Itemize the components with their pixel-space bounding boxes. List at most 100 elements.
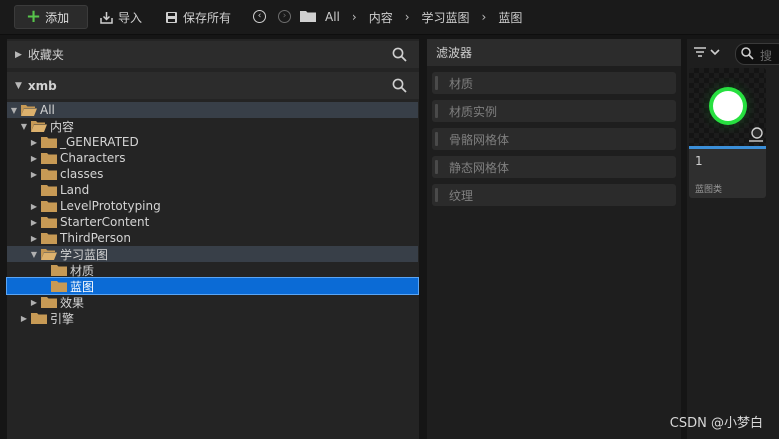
search-icon xyxy=(741,47,754,63)
save-all-label: 保存所有 xyxy=(183,10,232,25)
add-button-label: 添加 xyxy=(45,10,70,25)
plus-icon: + xyxy=(26,6,42,27)
tree-item[interactable]: ▶ Characters xyxy=(7,150,418,166)
tree-item-label: LevelPrototyping xyxy=(60,199,161,213)
collapse-arrow-icon[interactable]: ▼ xyxy=(15,81,22,91)
search-icon[interactable] xyxy=(392,78,407,93)
tree-item[interactable]: ▶ StarterContent xyxy=(7,214,418,230)
tree-item[interactable]: ▶ _GENERATED xyxy=(7,134,418,150)
tree-item-label: Land xyxy=(60,183,90,197)
project-section-header[interactable]: ▼ xmb xyxy=(7,72,419,99)
search-icon[interactable] xyxy=(392,47,407,62)
sources-panel: ▶ 收藏夹 ▼ xmb ▼ All ▼ 内容 ▶ _GENERATED ▶ Character… xyxy=(6,39,419,439)
expand-arrow-icon[interactable]: ▶ xyxy=(19,314,29,323)
folder-icon xyxy=(41,232,57,244)
tree-item-label: 蓝图 xyxy=(70,279,95,294)
asset-type-color-bar xyxy=(689,146,766,149)
tree-item-label: 引擎 xyxy=(50,311,75,326)
tree-item[interactable]: ▶ LevelPrototyping xyxy=(7,198,418,214)
tree-item-label: 材质 xyxy=(70,263,95,278)
folder-icon xyxy=(41,200,57,212)
tree-item-label: 效果 xyxy=(60,295,85,310)
chevron-right-icon[interactable]: › xyxy=(352,10,357,24)
add-button[interactable]: + 添加 xyxy=(14,5,88,29)
tree-item-label: 学习蓝图 xyxy=(60,247,109,262)
folder-icon xyxy=(51,264,67,276)
tree-item-label: classes xyxy=(60,167,104,181)
save-icon xyxy=(165,11,178,24)
breadcrumb-learning[interactable]: 学习蓝图 xyxy=(422,9,470,26)
filter-item-static-mesh[interactable]: 静态网格体 xyxy=(432,156,676,178)
collapse-arrow-icon[interactable]: ▼ xyxy=(19,122,29,131)
import-button[interactable]: 导入 xyxy=(100,7,142,27)
filter-item-skeletal-mesh[interactable]: 骨骼网格体 xyxy=(432,128,676,150)
tree-item-label: Characters xyxy=(60,151,126,165)
filter-item-label: 纹理 xyxy=(449,188,474,203)
tree-item[interactable]: ▼ 内容 xyxy=(7,118,418,134)
filter-item-label: 静态网格体 xyxy=(449,160,510,175)
tree-item[interactable]: ▶ classes xyxy=(7,166,418,182)
folder-icon xyxy=(51,280,67,292)
chevron-right-icon[interactable]: › xyxy=(482,10,487,24)
folder-open-icon xyxy=(21,104,37,116)
folder-icon xyxy=(300,10,316,22)
expand-arrow-icon[interactable]: ▶ xyxy=(29,138,39,147)
expand-arrow-icon[interactable]: ▶ xyxy=(29,154,39,163)
breadcrumb: All › 内容 › 学习蓝图 › 蓝图 xyxy=(325,7,522,27)
folder-icon xyxy=(41,168,57,180)
filter-checkbox[interactable] xyxy=(435,160,438,174)
favorites-section-header[interactable]: ▶ 收藏夹 xyxy=(7,41,419,68)
tree-item[interactable]: ▼ 学习蓝图 xyxy=(7,246,418,262)
breadcrumb-content[interactable]: 内容 xyxy=(369,9,393,26)
asset-tile[interactable]: 1 蓝图类 xyxy=(689,68,766,198)
filter-item-material-instance[interactable]: 材质实例 xyxy=(432,100,676,122)
filter-panel: 滤波器 材质 材质实例 骨骼网格体 静态网格体 纹理 xyxy=(427,39,681,439)
search-placeholder: 搜 xyxy=(760,49,773,63)
filter-checkbox[interactable] xyxy=(435,188,438,202)
tree-item[interactable]: ▶ 效果 xyxy=(7,294,418,310)
tree-item[interactable]: ▶ 引擎 xyxy=(7,310,418,326)
filter-checkbox[interactable] xyxy=(435,104,438,118)
asset-search-input[interactable]: 搜 xyxy=(735,43,779,65)
tree-item[interactable]: 蓝图 xyxy=(6,277,419,295)
expand-arrow-icon[interactable]: ▶ xyxy=(29,170,39,179)
filter-item-label: 骨骼网格体 xyxy=(449,132,510,147)
filter-item-label: 材质 xyxy=(449,76,474,91)
asset-type-label: 蓝图类 xyxy=(695,185,723,195)
collapse-arrow-icon[interactable]: ▼ xyxy=(29,250,39,259)
favorites-label: 收藏夹 xyxy=(27,48,64,62)
filter-dropdown-button[interactable] xyxy=(693,46,723,60)
expand-arrow-icon[interactable]: ▶ xyxy=(29,234,39,243)
filter-item-texture[interactable]: 纹理 xyxy=(432,184,676,206)
blueprint-class-icon xyxy=(748,126,764,145)
expand-arrow-icon[interactable]: ▶ xyxy=(15,50,22,60)
back-arrow-icon[interactable]: ‹ xyxy=(253,10,266,23)
folder-icon xyxy=(31,312,47,324)
folder-icon xyxy=(41,296,57,308)
expand-arrow-icon[interactable]: ▶ xyxy=(29,202,39,211)
folder-icon xyxy=(41,152,57,164)
filter-panel-title: 滤波器 xyxy=(436,46,473,60)
tree-item-label: 内容 xyxy=(50,119,75,134)
tree-item-label: _GENERATED xyxy=(60,135,139,149)
filter-item-label: 材质实例 xyxy=(449,104,498,119)
tree-item[interactable]: ▼ All xyxy=(7,102,418,118)
tree-item[interactable]: Land xyxy=(7,182,418,198)
tree-item[interactable]: 材质 xyxy=(7,262,418,278)
forward-arrow-icon[interactable]: › xyxy=(278,10,291,23)
folder-icon xyxy=(41,184,57,196)
tree-item[interactable]: ▶ ThirdPerson xyxy=(7,230,418,246)
breadcrumb-blueprint[interactable]: 蓝图 xyxy=(498,9,522,26)
tree-item-label: StarterContent xyxy=(60,215,150,229)
filter-item-material[interactable]: 材质 xyxy=(432,72,676,94)
expand-arrow-icon[interactable]: ▶ xyxy=(29,218,39,227)
expand-arrow-icon[interactable]: ▶ xyxy=(29,298,39,307)
chevron-right-icon[interactable]: › xyxy=(405,10,410,24)
filter-checkbox[interactable] xyxy=(435,132,438,146)
filter-checkbox[interactable] xyxy=(435,76,438,90)
collapse-arrow-icon[interactable]: ▼ xyxy=(9,106,19,115)
save-all-button[interactable]: 保存所有 xyxy=(165,7,231,27)
toolbar: + 添加 导入 保存所有 ‹ › All › 内容 › 学习蓝图 › 蓝图 xyxy=(0,0,779,35)
project-root-label: xmb xyxy=(27,78,57,93)
breadcrumb-all[interactable]: All xyxy=(325,10,340,24)
